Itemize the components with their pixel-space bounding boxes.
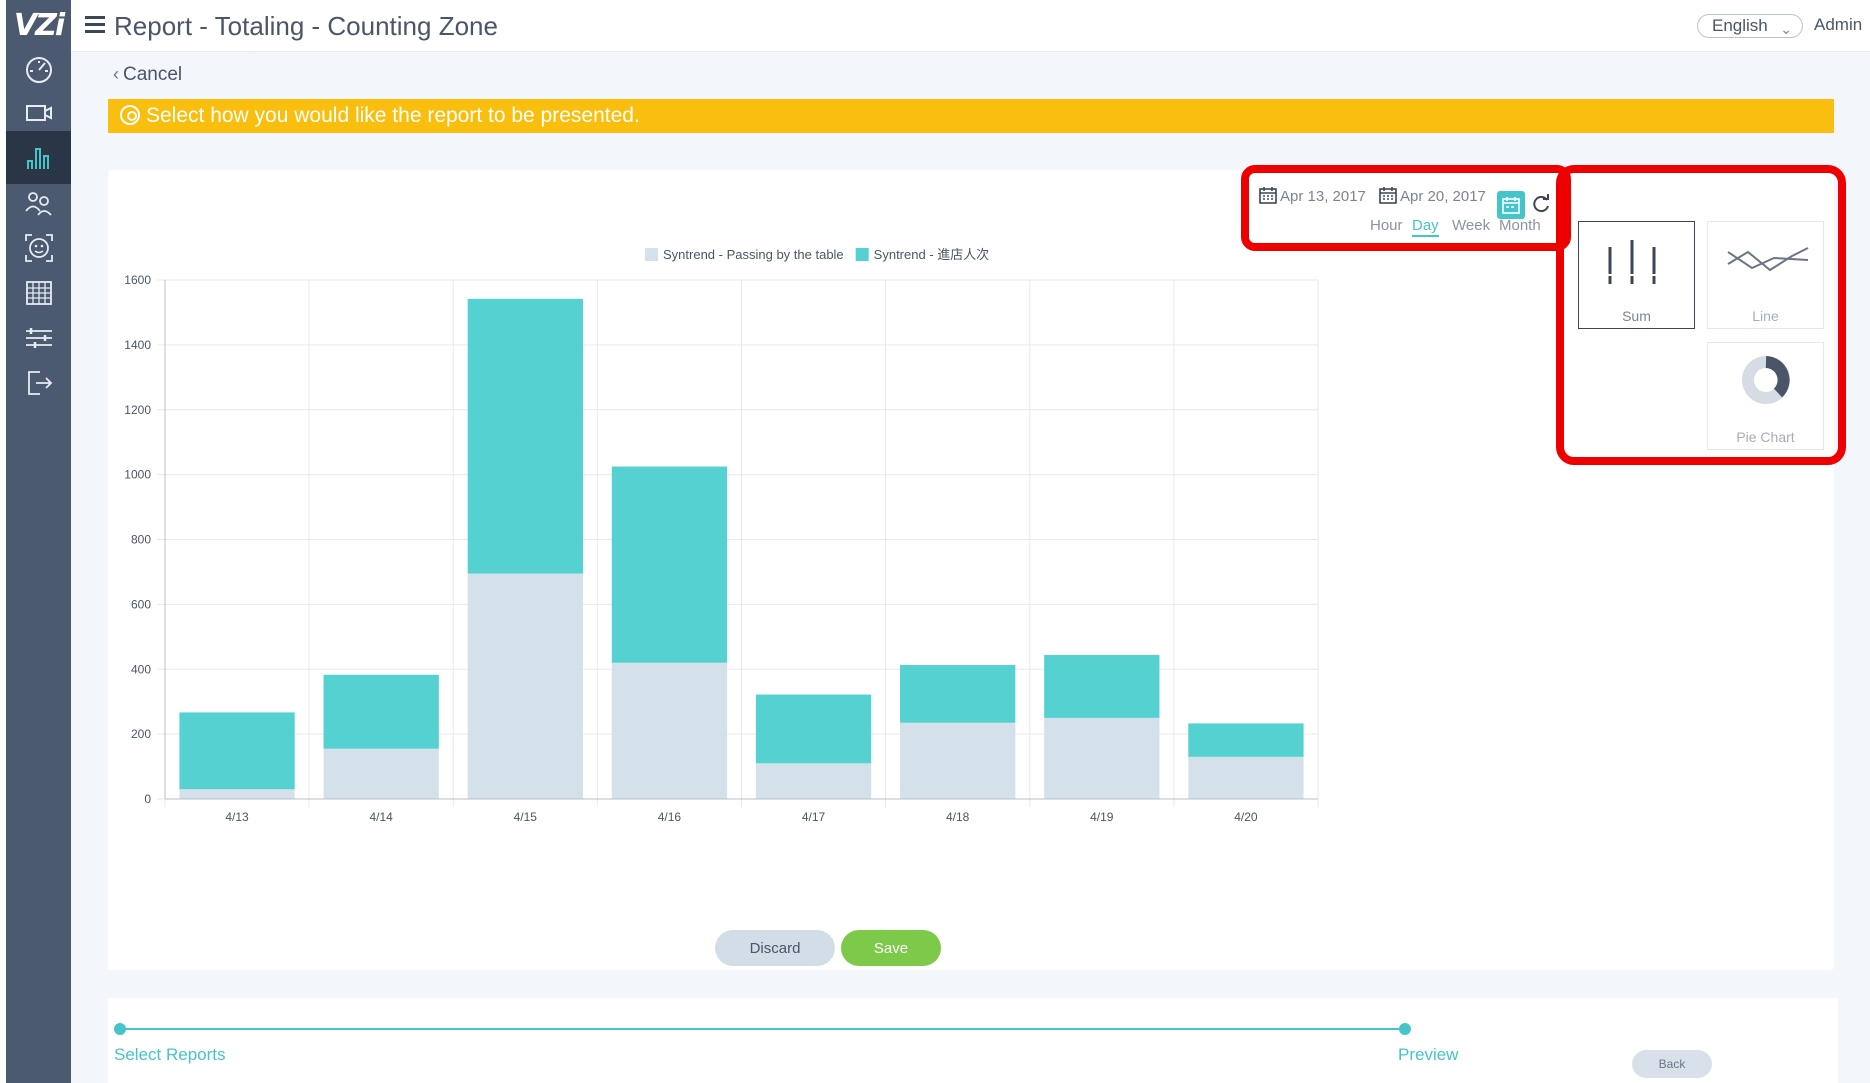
y-tick-label: 1200 bbox=[124, 403, 151, 417]
dashboard-gauge-icon bbox=[25, 56, 52, 83]
y-tick-label: 1400 bbox=[124, 338, 151, 352]
chevron-left-icon: ‹ bbox=[113, 64, 119, 84]
chart-type-pie-label: Pie Chart bbox=[1736, 429, 1795, 445]
calendar-icon bbox=[1502, 197, 1520, 214]
x-tick-label: 4/16 bbox=[658, 810, 682, 824]
bar-segment bbox=[755, 763, 872, 799]
camera-icon bbox=[25, 104, 52, 121]
bar-segment bbox=[611, 466, 728, 663]
bar-segment bbox=[900, 665, 1016, 723]
bar-segment bbox=[179, 712, 295, 790]
granularity-tab-hour[interactable]: Hour bbox=[1370, 217, 1403, 234]
back-button[interactable]: Back bbox=[1632, 1050, 1712, 1078]
chart-type-pie[interactable]: Pie Chart bbox=[1707, 342, 1824, 450]
menu-icon[interactable] bbox=[85, 16, 105, 34]
date-range-controls: Apr 13, 2017 Apr 20, 2017 Hour Day Week … bbox=[1250, 171, 1610, 237]
notice-banner: Select how you would like the report to … bbox=[108, 99, 1834, 133]
logout-icon bbox=[27, 370, 52, 395]
end-date-value: Apr 20, 2017 bbox=[1400, 188, 1486, 205]
x-tick-label: 4/15 bbox=[514, 810, 538, 824]
y-tick-label: 0 bbox=[144, 792, 151, 806]
y-tick-label: 800 bbox=[131, 533, 151, 547]
calendar-icon bbox=[1379, 187, 1397, 204]
x-tick-label: 4/18 bbox=[946, 810, 970, 824]
bar-segment bbox=[467, 298, 583, 574]
sidebar: VZi bbox=[6, 0, 71, 1083]
x-tick-label: 4/19 bbox=[1090, 810, 1114, 824]
cancel-label: Cancel bbox=[123, 64, 183, 85]
wizard-step-select-reports[interactable]: Select Reports bbox=[114, 1045, 226, 1065]
chart-type-sum[interactable]: Sum bbox=[1578, 221, 1695, 329]
chart-type-line-label: Line bbox=[1752, 308, 1779, 324]
x-tick-label: 4/17 bbox=[802, 810, 826, 824]
granularity-tab-week[interactable]: Week bbox=[1452, 217, 1490, 234]
bar-segment bbox=[323, 748, 439, 799]
end-date-field[interactable]: Apr 20, 2017 bbox=[1378, 185, 1486, 205]
wizard-step-dot bbox=[114, 1023, 126, 1035]
x-tick-label: 4/13 bbox=[225, 810, 249, 824]
chart-type-line[interactable]: Line bbox=[1707, 221, 1824, 329]
refresh-icon[interactable] bbox=[1530, 193, 1552, 215]
location-pin-icon bbox=[120, 105, 140, 125]
wizard-step-preview[interactable]: Preview bbox=[1398, 1045, 1458, 1065]
calendar-icon bbox=[1259, 187, 1277, 204]
sidebar-item-logout[interactable] bbox=[6, 356, 71, 409]
y-tick-label: 1000 bbox=[124, 468, 151, 482]
notice-text: Select how you would like the report to … bbox=[146, 104, 640, 127]
bar-segment bbox=[323, 674, 439, 749]
settings-sliders-icon bbox=[25, 327, 52, 348]
bar-segment bbox=[611, 662, 728, 799]
chart-legend: Syntrend - Passing by the table Syntrend … bbox=[645, 247, 989, 262]
stacked-bar-chart: 0 200 400 600 800 1000 1200 1400 1600 4/13 4/14 4/1… bbox=[124, 247, 1319, 824]
y-tick-label: 1600 bbox=[124, 273, 151, 287]
bar-segment bbox=[900, 722, 1016, 799]
bar-segment bbox=[755, 694, 872, 764]
bar-chart-icon bbox=[26, 147, 49, 169]
start-date-field[interactable]: Apr 13, 2017 bbox=[1258, 185, 1366, 205]
calendar-grid-icon bbox=[25, 280, 52, 305]
chart-card: 0 200 400 600 800 1000 1200 1400 1600 4/13 4/14 4/1… bbox=[108, 170, 1834, 970]
cancel-link[interactable]: ‹ Cancel bbox=[113, 64, 182, 86]
wizard-progress: Select Reports Preview Back bbox=[108, 998, 1838, 1083]
legend-label: Syntrend - Passing by the table bbox=[663, 247, 844, 262]
legend-swatch bbox=[645, 248, 658, 261]
chart-type-sum-label: Sum bbox=[1622, 308, 1651, 324]
x-tick-label: 4/14 bbox=[370, 810, 394, 824]
wizard-track bbox=[120, 1028, 1406, 1030]
granularity-tab-day[interactable]: Day bbox=[1412, 217, 1439, 237]
y-tick-label: 400 bbox=[131, 662, 151, 676]
bar-segment bbox=[179, 789, 295, 799]
x-tick-label: 4/20 bbox=[1234, 810, 1258, 824]
discard-button[interactable]: Discard bbox=[715, 930, 835, 966]
app-window: VZi Report - Totaling - Counting Zone En bbox=[0, 0, 1870, 1083]
bar-segment bbox=[1044, 654, 1160, 718]
y-tick-label: 200 bbox=[131, 727, 151, 741]
wizard-step-dot bbox=[1399, 1023, 1411, 1035]
legend-label: Syntrend - 進店人次 bbox=[874, 247, 990, 262]
language-select[interactable]: English ⌄ bbox=[1697, 14, 1803, 38]
page-title: Report - Totaling - Counting Zone bbox=[114, 11, 498, 41]
bar-segment bbox=[467, 573, 583, 799]
chevron-down-icon: ⌄ bbox=[1780, 21, 1792, 37]
bar-segment bbox=[1044, 717, 1160, 799]
legend-swatch bbox=[855, 248, 869, 261]
bar-segment bbox=[1188, 723, 1304, 757]
top-bar: Report - Totaling - Counting Zone Englis… bbox=[71, 0, 1870, 52]
people-flow-icon bbox=[24, 191, 52, 216]
y-tick-label: 600 bbox=[131, 597, 151, 611]
bar-segment bbox=[1188, 756, 1304, 799]
save-button[interactable]: Save bbox=[841, 930, 941, 966]
granularity-tab-month[interactable]: Month bbox=[1499, 217, 1541, 234]
user-menu[interactable]: Admin bbox=[1814, 15, 1862, 35]
language-value: English bbox=[1712, 16, 1768, 35]
face-recognition-icon bbox=[24, 233, 53, 262]
logo-text: VZi bbox=[13, 7, 65, 43]
calendar-picker-button[interactable] bbox=[1497, 191, 1525, 219]
start-date-value: Apr 13, 2017 bbox=[1280, 188, 1366, 205]
